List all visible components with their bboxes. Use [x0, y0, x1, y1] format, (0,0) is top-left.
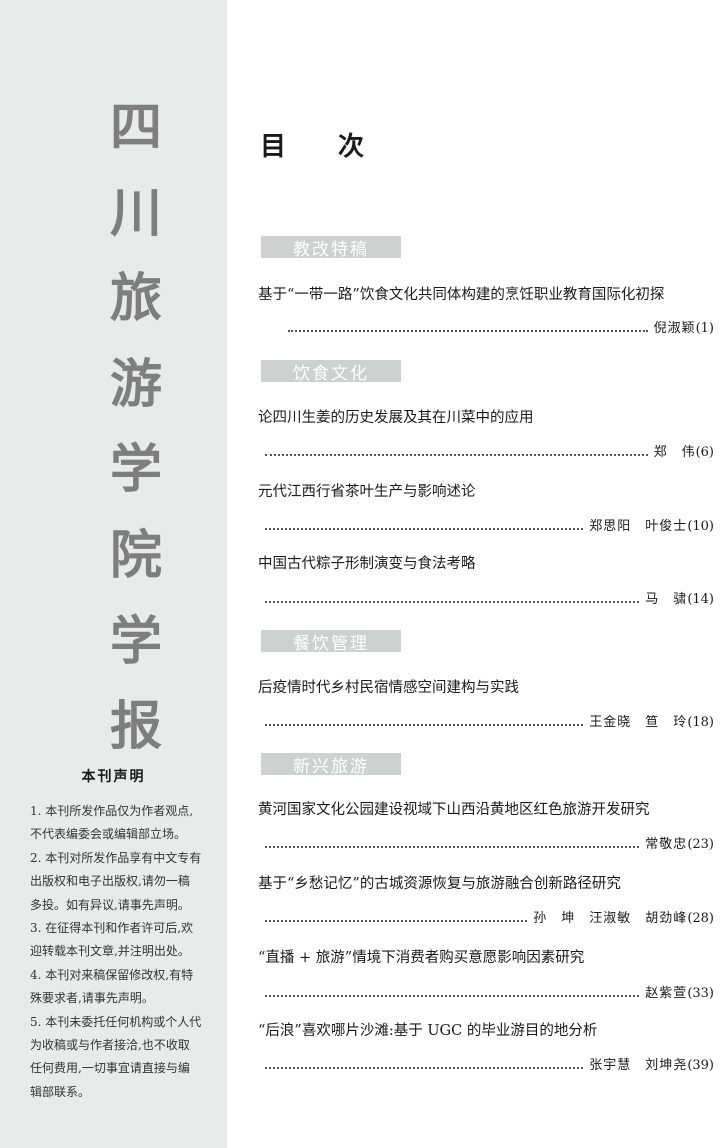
- article-leader-line: 赵紫萱 (33): [265, 981, 714, 1001]
- article-title[interactable]: 元代江西行省茶叶生产与影响述论: [258, 480, 476, 501]
- dot-leader: [265, 920, 528, 922]
- journal-title-char: 学: [109, 611, 162, 672]
- journal-title: 四 川 旅 游 学 院 学 报: [104, 88, 168, 773]
- dot-leader: [265, 454, 648, 456]
- article-page: (23): [687, 837, 714, 852]
- article-title[interactable]: 后疫情时代乡村民宿情感空间建构与实践: [258, 676, 519, 697]
- article-authors: 赵紫萱: [645, 986, 688, 1001]
- article-page: (14): [687, 592, 714, 607]
- article-leader-line: 郑思阳 叶俊士 (10): [265, 514, 714, 534]
- article-leader-line: 张宇慧 刘坤尧 (39): [265, 1053, 714, 1073]
- journal-title-char: 四: [109, 98, 162, 158]
- article-title[interactable]: 黄河国家文化公园建设视域下山西沿黄地区红色旅游开发研究: [258, 798, 650, 819]
- article-leader-line: 常敬忠 (23): [265, 832, 714, 852]
- article-title[interactable]: 论四川生姜的历史发展及其在川菜中的应用: [258, 406, 534, 427]
- dot-leader: [265, 846, 640, 848]
- toc-title-char: 目: [260, 132, 287, 162]
- article-authors: 张宇慧 刘坤尧: [589, 1058, 688, 1073]
- article-title[interactable]: 中国古代粽子形制演变与食法考略: [258, 552, 476, 573]
- article-leader-line: 倪淑颖 (1): [288, 316, 714, 336]
- declaration-title: 本刊声明: [81, 769, 146, 785]
- dot-leader: [265, 1067, 584, 1069]
- article-leader-line: 马 骕 (14): [265, 587, 714, 607]
- declaration-list: 1. 本刊所发作品仅为作者观点, 不代表编委会或编辑部立场。 2. 本刊对所发作…: [30, 800, 222, 1104]
- article-page: (39): [687, 1058, 714, 1073]
- article-leader-line: 孙 坤 汪淑敏 胡劲峰 (28): [265, 906, 714, 926]
- declaration-line: 多投。如有异议,请事先声明。: [30, 897, 190, 912]
- toc-title: 目次: [260, 126, 364, 163]
- journal-title-char: 旅: [109, 269, 162, 330]
- article-title[interactable]: “直播 + 旅游”情境下消费者购买意愿影响因素研究: [258, 946, 584, 967]
- section-header: 新兴旅游: [261, 753, 401, 777]
- dot-leader: [265, 995, 640, 997]
- declaration-line: 迎转载本刊文章,并注明出处。: [30, 944, 190, 959]
- article-authors: 孙 坤 汪淑敏 胡劲峰: [533, 911, 688, 926]
- journal-title-char: 院: [109, 525, 162, 586]
- journal-title-char: 游: [109, 354, 162, 415]
- article-page: (28): [687, 911, 714, 926]
- article-title[interactable]: “后浪”喜欢哪片沙滩:基于 UGC 的毕业游目的地分析: [258, 1019, 597, 1040]
- article-title[interactable]: 基于“一带一路”饮食文化共同体构建的烹饪职业教育国际化初探: [258, 283, 664, 304]
- declaration-line: 辑部联系。: [30, 1084, 91, 1099]
- declaration-line: 1. 本刊所发作品仅为作者观点,: [30, 804, 194, 818]
- toc-title-char: 次: [338, 132, 365, 162]
- article-authors: 郑思阳 叶俊士: [589, 519, 688, 534]
- declaration-line: 3. 在征得本刊和作者许可后,欢: [30, 921, 194, 936]
- journal-title-char: 学: [109, 440, 162, 501]
- article-authors: 王金晓 笪 玲: [589, 715, 688, 730]
- journal-title-char: 川: [109, 183, 162, 244]
- declaration-line: 4. 本刊对来稿保留修改权,有特: [30, 967, 194, 982]
- declaration-line: 殊要求者,请事先声明。: [30, 991, 154, 1006]
- article-leader-line: 郑 伟 (6): [265, 440, 714, 460]
- section-header: 饮食文化: [261, 360, 401, 384]
- article-page: (10): [687, 519, 714, 534]
- dot-leader: [265, 724, 584, 726]
- article-authors: 郑 伟: [653, 445, 696, 460]
- sidebar: 四 川 旅 游 学 院 学 报 本刊声明 1. 本刊所发作品仅为作者观点, 不代…: [0, 0, 227, 1148]
- journal-title-char: 报: [109, 697, 162, 758]
- declaration-line: 出版权和电子出版权,请勿一稿: [30, 874, 190, 889]
- article-leader-line: 王金晓 笪 玲 (18): [265, 710, 714, 730]
- declaration-line: 5. 本刊未委托任何机构或个人代: [30, 1014, 202, 1029]
- article-page: (33): [687, 986, 714, 1001]
- declaration-line: 2. 本刊对所发作品享有中文专有: [30, 850, 202, 865]
- article-page: (1): [695, 321, 714, 336]
- article-page: (18): [687, 715, 714, 730]
- declaration-line: 不代表编委会或编辑部立场。: [30, 827, 187, 842]
- section-header: 教改特稿: [261, 236, 401, 260]
- dot-leader: [265, 528, 584, 530]
- article-page: (6): [695, 445, 714, 460]
- declaration-line: 为收稿或与作者接洽,也不收取: [30, 1038, 190, 1053]
- article-authors: 常敬忠: [645, 837, 688, 852]
- article-title[interactable]: 基于“乡愁记忆”的古城资源恢复与旅游融合创新路径研究: [258, 872, 621, 893]
- declaration-line: 任何费用,一切事宜请直接与编: [30, 1061, 190, 1076]
- article-authors: 倪淑颖: [653, 321, 696, 336]
- dot-leader: [265, 601, 640, 603]
- article-authors: 马 骕: [645, 592, 688, 607]
- dot-leader: [288, 330, 648, 332]
- section-header: 餐饮管理: [261, 630, 401, 654]
